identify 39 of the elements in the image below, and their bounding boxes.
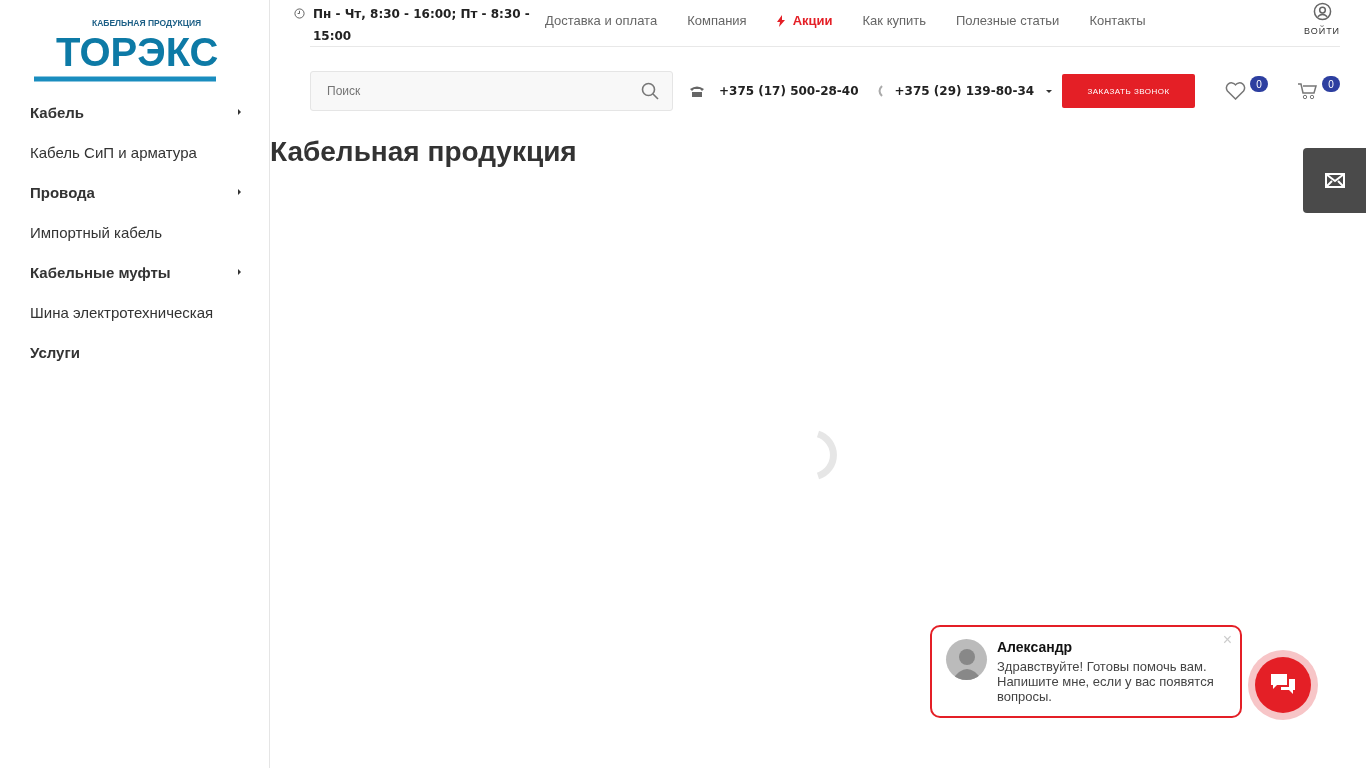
sidebar-item[interactable]: Кабель bbox=[0, 92, 269, 132]
login-link[interactable]: ВОЙТИ bbox=[1303, 26, 1341, 36]
sidebar-item[interactable]: Услуги bbox=[0, 332, 269, 372]
cable-stripe-icon bbox=[32, 76, 218, 82]
search-icon[interactable] bbox=[641, 82, 659, 100]
cart-count: 0 bbox=[1322, 76, 1341, 92]
feedback-button[interactable] bbox=[1303, 148, 1366, 213]
sidebar-item[interactable]: Кабель СиП и арматура bbox=[0, 132, 269, 172]
clock-icon bbox=[294, 8, 305, 19]
work-hours: Пн - Чт, 8:30 - 16:00; Пт - 8:30 - 15:00 bbox=[313, 6, 530, 45]
logo-name: ТОРЭКС bbox=[56, 29, 219, 75]
heart-icon[interactable] bbox=[1225, 82, 1247, 100]
logo[interactable]: КАБЕЛЬНАЯ ПРОДУКЦИЯ ТОРЭКС bbox=[32, 18, 222, 90]
nav-link[interactable]: Доставка и оплата bbox=[530, 13, 673, 28]
agent-name: Александр bbox=[997, 639, 1074, 655]
logo-tagline: КАБЕЛЬНАЯ ПРОДУКЦИЯ bbox=[92, 18, 202, 28]
user-icon[interactable] bbox=[1312, 2, 1332, 21]
sidebar-item[interactable]: Импортный кабель bbox=[0, 212, 269, 252]
chat-message: Здравствуйте! Готовы помочь вам. Напишите мне, если у вас появятся вопросы. bbox=[997, 659, 1215, 704]
sidebar-item[interactable]: Шина электротехническая bbox=[0, 292, 269, 332]
search-field[interactable]: Поиск bbox=[310, 71, 673, 111]
nav-link[interactable]: Контакты bbox=[1074, 13, 1161, 28]
nav-link[interactable]: Как купить bbox=[847, 13, 941, 28]
nav-link[interactable]: Акции bbox=[761, 13, 848, 28]
phone-number[interactable]: +375 (29) 139-80-34 bbox=[894, 84, 1035, 98]
nav-link[interactable]: Полезные статьи bbox=[941, 13, 1075, 28]
sidebar-item[interactable]: Провода bbox=[0, 172, 269, 212]
handset-icon bbox=[876, 85, 883, 97]
phone-number[interactable]: +375 (17) 500-28-40 bbox=[719, 84, 859, 98]
callback-button[interactable]: ЗАКАЗАТЬ ЗВОНОК bbox=[1062, 74, 1196, 108]
envelope-icon bbox=[1324, 173, 1345, 188]
telephone-icon bbox=[689, 85, 705, 97]
nav-link[interactable]: Компания bbox=[672, 13, 762, 28]
caret-icon[interactable] bbox=[1046, 89, 1053, 93]
lightning-icon bbox=[776, 14, 785, 27]
favorites-count: 0 bbox=[1250, 76, 1269, 92]
cart-icon[interactable] bbox=[1298, 82, 1319, 100]
sidebar-item[interactable]: Кабельные муфты bbox=[0, 252, 269, 292]
page-title: Кабельная продукция bbox=[270, 136, 578, 168]
